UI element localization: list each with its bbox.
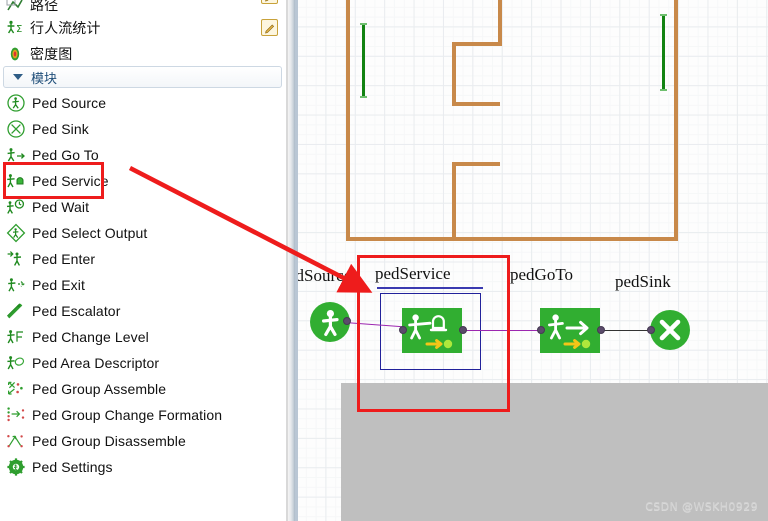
door-segment bbox=[660, 14, 667, 91]
ped-wait-icon bbox=[0, 197, 32, 217]
ped-exit-icon bbox=[0, 275, 32, 295]
edit-pencil-icon[interactable] bbox=[261, 19, 278, 36]
palette-section-modules[interactable]: 模块 bbox=[3, 66, 282, 88]
module-item-label: Ped Escalator bbox=[32, 303, 121, 319]
ped-escalator-icon bbox=[0, 301, 32, 321]
wall-segment bbox=[452, 42, 456, 106]
wall-segment bbox=[452, 162, 500, 166]
ped-group-change-formation-icon bbox=[0, 405, 32, 425]
module-item-ped-change-level[interactable]: Ped Change Level bbox=[0, 324, 288, 350]
module-item-label: Ped Group Disassemble bbox=[32, 433, 186, 449]
port-pedsource-out[interactable] bbox=[343, 317, 351, 325]
wall-segment bbox=[674, 0, 678, 241]
module-item-label: Ped Exit bbox=[32, 277, 85, 293]
connection-pedgoto-pedsink[interactable] bbox=[599, 330, 653, 331]
module-item-label: Ped Group Change Formation bbox=[32, 407, 223, 423]
ped-change-level-icon bbox=[0, 327, 32, 347]
ped-go-to-icon bbox=[548, 314, 591, 349]
module-item-ped-group-assemble[interactable]: Ped Group Assemble bbox=[0, 376, 288, 402]
module-item-ped-group-change-formation[interactable]: Ped Group Change Formation bbox=[0, 402, 288, 428]
module-item-ped-select-output[interactable]: Ped Select Output bbox=[0, 220, 288, 246]
block-label-pedsink: pedSink bbox=[615, 272, 671, 291]
block-label-pedgoto: pedGoTo bbox=[510, 265, 574, 284]
door-segment bbox=[360, 23, 367, 98]
block-pedsink[interactable] bbox=[650, 310, 690, 350]
ped-area-descriptor-icon bbox=[0, 353, 32, 373]
block-label-pedsource: edSource bbox=[298, 266, 352, 285]
application-window: 路径 Σ 行人流统计 密度图 模块 Ped Source Ped Sink Pe… bbox=[0, 0, 768, 521]
module-item-ped-settings[interactable]: Ped Settings bbox=[0, 454, 288, 480]
wall-segment bbox=[346, 237, 678, 241]
palette-item-density-map[interactable]: 密度图 bbox=[0, 41, 288, 67]
wall-segment bbox=[498, 0, 502, 46]
module-item-ped-group-disassemble[interactable]: Ped Group Disassemble bbox=[0, 428, 288, 454]
palette-panel: 路径 Σ 行人流统计 密度图 模块 Ped Source Ped Sink Pe… bbox=[0, 0, 288, 521]
block-pedgoto[interactable] bbox=[540, 308, 600, 353]
ped-enter-icon bbox=[0, 249, 32, 269]
density-map-icon bbox=[0, 45, 30, 63]
module-item-ped-sink[interactable]: Ped Sink bbox=[0, 116, 288, 142]
module-item-label: Ped Settings bbox=[32, 459, 113, 475]
palette-item-label: 密度图 bbox=[30, 47, 73, 63]
ped-select-output-icon bbox=[0, 223, 32, 243]
wall-segment bbox=[452, 162, 456, 241]
module-item-ped-source[interactable]: Ped Source bbox=[0, 90, 288, 116]
ped-group-disassemble-icon bbox=[0, 431, 32, 451]
port-pedgoto-in[interactable] bbox=[537, 326, 545, 334]
wall-segment bbox=[346, 0, 350, 241]
panel-splitter[interactable] bbox=[288, 0, 295, 521]
module-item-label: Ped Source bbox=[32, 95, 107, 111]
module-item-label: Ped Enter bbox=[32, 251, 96, 267]
palette-item-label: 路径 bbox=[30, 0, 59, 14]
module-item-ped-area-descriptor[interactable]: Ped Area Descriptor bbox=[0, 350, 288, 376]
module-item-ped-enter[interactable]: Ped Enter bbox=[0, 246, 288, 272]
annotation-rect-pedservice-block bbox=[357, 255, 510, 412]
annotation-rect-ped-service-list bbox=[3, 162, 104, 199]
ped-flow-statistics-icon: Σ bbox=[0, 19, 30, 37]
module-item-label: Ped Select Output bbox=[32, 225, 148, 241]
edit-pencil-icon[interactable] bbox=[261, 0, 278, 4]
module-item-ped-escalator[interactable]: Ped Escalator bbox=[0, 298, 288, 324]
ped-group-assemble-icon bbox=[0, 379, 32, 399]
palette-top-group: 路径 Σ 行人流统计 密度图 bbox=[0, 0, 288, 66]
path-icon bbox=[0, 0, 30, 14]
module-item-label: Ped Change Level bbox=[32, 329, 149, 345]
module-item-label: Ped Wait bbox=[32, 199, 90, 215]
palette-section-label: 模块 bbox=[31, 71, 58, 87]
palette-item-label: 行人流统计 bbox=[30, 21, 101, 37]
svg-text:Σ: Σ bbox=[16, 24, 22, 35]
wall-segment bbox=[452, 102, 500, 106]
ped-settings-icon bbox=[0, 457, 32, 477]
port-pedsink-in[interactable] bbox=[647, 326, 655, 334]
module-item-label: Ped Go To bbox=[32, 147, 99, 163]
chevron-down-icon bbox=[13, 74, 23, 80]
module-list: Ped Source Ped Sink Ped Go To Ped Servic… bbox=[0, 90, 288, 480]
module-item-label: Ped Sink bbox=[32, 121, 89, 137]
watermark: CSDN @WSKH0929 bbox=[645, 500, 758, 513]
wall-segment bbox=[452, 42, 502, 46]
port-pedgoto-out[interactable] bbox=[597, 326, 605, 334]
ped-source-icon bbox=[0, 93, 32, 113]
module-item-ped-exit[interactable]: Ped Exit bbox=[0, 272, 288, 298]
module-item-label: Ped Group Assemble bbox=[32, 381, 167, 397]
palette-item-ped-flow-statistics[interactable]: Σ 行人流统计 bbox=[0, 15, 288, 41]
module-item-label: Ped Area Descriptor bbox=[32, 355, 160, 371]
ped-sink-icon bbox=[0, 119, 32, 139]
cross-icon bbox=[659, 319, 681, 341]
